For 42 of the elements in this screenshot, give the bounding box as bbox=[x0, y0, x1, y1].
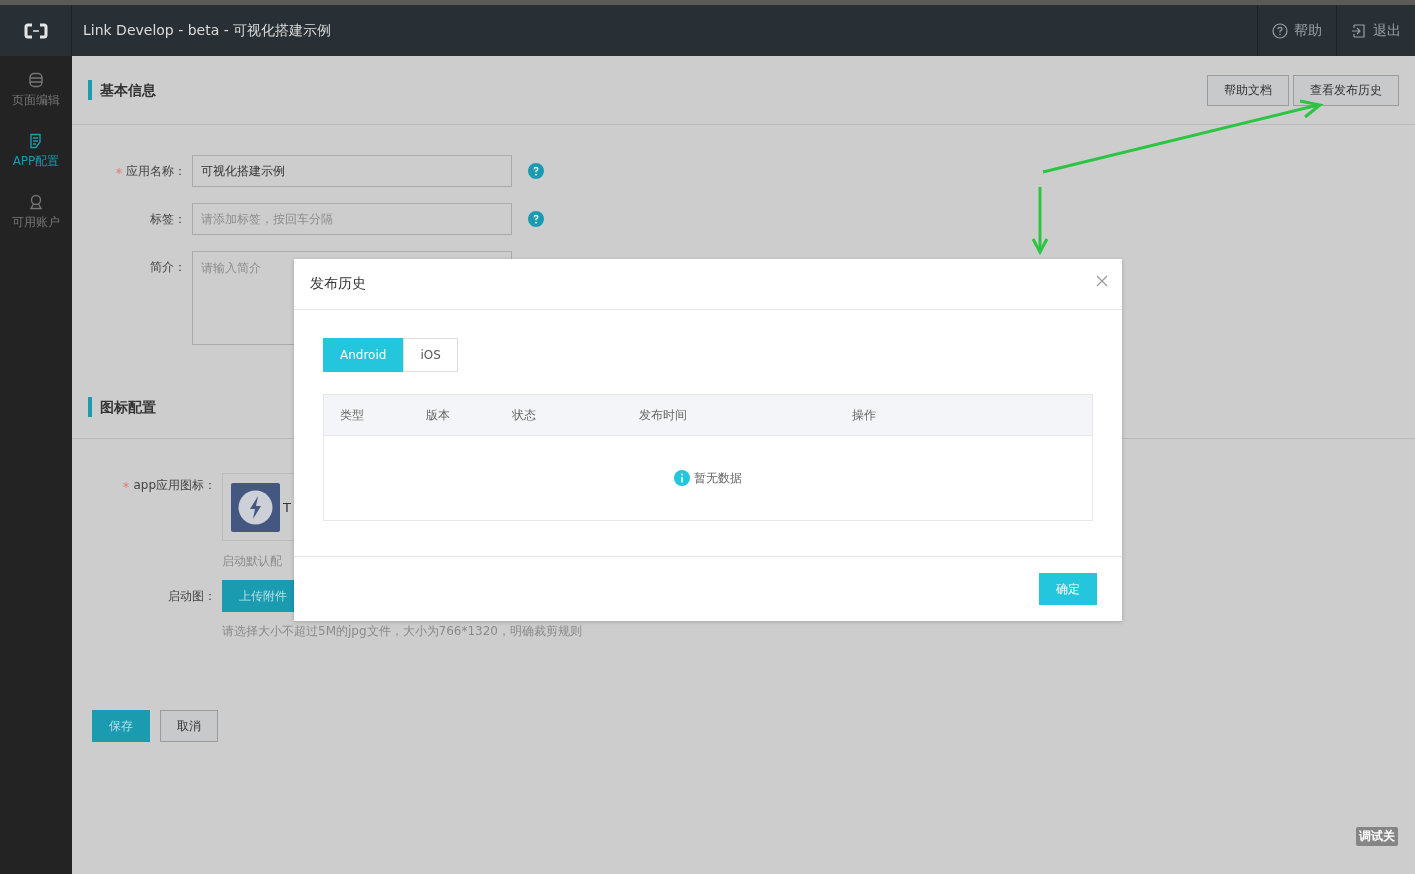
layers-icon bbox=[28, 72, 44, 88]
close-icon[interactable] bbox=[1096, 275, 1108, 287]
header-button[interactable]: 查看发布历史 bbox=[1293, 74, 1399, 106]
dialog-title: 发布历史 bbox=[310, 275, 366, 293]
field-label: 应用名称： bbox=[126, 162, 186, 180]
help-icon[interactable] bbox=[528, 163, 544, 179]
topbar-link[interactable]: 帮助 bbox=[1257, 5, 1336, 56]
logo-icon bbox=[23, 22, 48, 39]
column-header: 状态 bbox=[512, 406, 537, 424]
topbar-link[interactable]: 退出 bbox=[1336, 5, 1415, 56]
logout-icon bbox=[1351, 22, 1367, 39]
sidebar-item[interactable]: APP配置 bbox=[0, 133, 72, 170]
field-label: app应用图标： bbox=[133, 476, 216, 494]
help-icon bbox=[1272, 22, 1288, 39]
icon-caption: T bbox=[283, 499, 291, 515]
input-field[interactable]: 可视化搭建示例 bbox=[192, 155, 512, 187]
upload-hint: 请选择大小不超过5M的jpg文件，大小为766*1320，明确裁剪规则 bbox=[222, 623, 583, 640]
app-title: Link Develop - beta - 可视化搭建示例 bbox=[83, 21, 332, 40]
info-icon bbox=[674, 470, 690, 486]
icon-note: 启动默认配 bbox=[222, 553, 283, 570]
column-header: 类型 bbox=[340, 406, 365, 424]
debug-label: 调试关 bbox=[1356, 827, 1398, 846]
column-header: 操作 bbox=[852, 406, 877, 424]
form-button[interactable]: 取消 bbox=[160, 710, 218, 742]
field-label: 标签： bbox=[150, 210, 186, 228]
header-button[interactable]: 帮助文档 bbox=[1207, 74, 1289, 106]
column-header: 发布时间 bbox=[639, 406, 688, 424]
document-icon bbox=[28, 133, 44, 149]
field-label: 简介： bbox=[150, 258, 186, 276]
section-title: 基本信息 bbox=[88, 80, 156, 100]
empty-message: 暂无数据 bbox=[694, 469, 742, 487]
field-label: 启动图： bbox=[168, 587, 216, 605]
column-header: 版本 bbox=[426, 406, 451, 424]
arrow bbox=[1031, 187, 1049, 256]
tab[interactable]: iOS bbox=[403, 338, 458, 372]
input-field[interactable]: 请添加标签，按回车分隔 bbox=[192, 203, 512, 235]
person-icon bbox=[28, 194, 44, 210]
sidebar-item[interactable]: 页面编辑 bbox=[0, 72, 72, 109]
lightning-icon bbox=[231, 482, 280, 532]
sidebar-item[interactable]: 可用账户 bbox=[0, 194, 72, 231]
help-icon[interactable] bbox=[528, 211, 544, 227]
section-title: 图标配置 bbox=[88, 396, 156, 417]
